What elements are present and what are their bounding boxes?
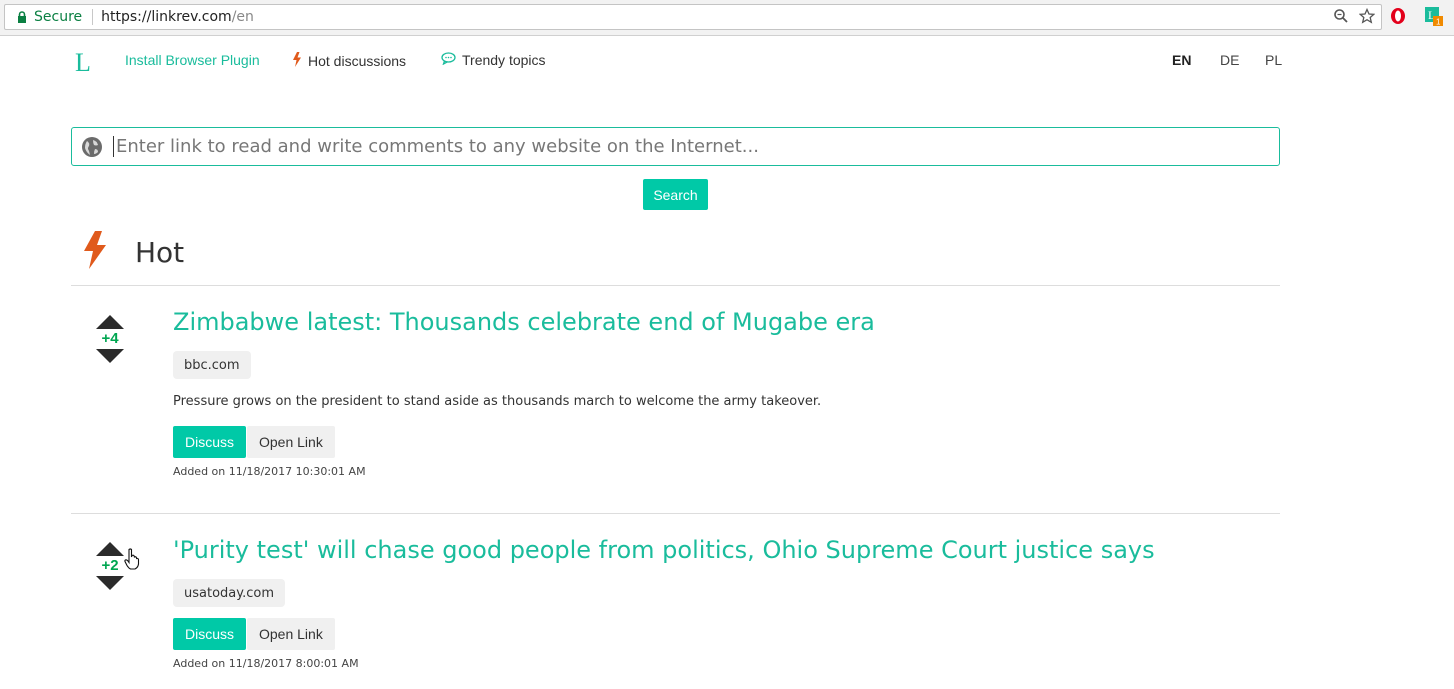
discussion-item: +4 Zimbabwe latest: Thousands celebrate … <box>71 286 1280 512</box>
downvote-arrow-icon[interactable] <box>96 349 124 363</box>
open-link-button[interactable]: Open Link <box>247 618 335 650</box>
upvote-arrow-icon[interactable] <box>96 542 124 556</box>
install-plugin-label: Install Browser Plugin <box>125 52 260 68</box>
trendy-topics-link[interactable]: Trendy topics <box>441 52 546 68</box>
discuss-button[interactable]: Discuss <box>173 618 247 650</box>
trendy-topics-label: Trendy topics <box>462 52 546 68</box>
vote-score: +4 <box>101 330 119 347</box>
vote-score: +2 <box>101 557 119 574</box>
discuss-button[interactable]: Discuss <box>173 426 247 458</box>
site-nav: L Install Browser Plugin Hot discussions… <box>0 36 1454 86</box>
lock-icon <box>13 8 31 26</box>
added-timestamp: Added on 11/18/2017 10:30:01 AM <box>173 465 366 478</box>
lightning-icon <box>292 52 302 70</box>
hot-discussions-label: Hot discussions <box>308 53 407 69</box>
browser-toolbar: Secure https://linkrev.com/en L1 <box>0 0 1454 36</box>
hand-cursor-icon <box>124 548 140 575</box>
url-host: https://linkrev.com <box>101 9 232 25</box>
hot-section-header: Hot <box>83 231 184 274</box>
chat-bubble-icon <box>441 52 456 68</box>
address-bar[interactable]: Secure https://linkrev.com/en <box>4 4 1382 30</box>
lang-en[interactable]: EN <box>1172 52 1191 68</box>
hot-discussions-link[interactable]: Hot discussions <box>292 52 406 70</box>
vote-widget: +2 <box>95 542 140 590</box>
lang-pl[interactable]: PL <box>1265 52 1282 68</box>
vote-widget: +4 <box>95 315 125 363</box>
linkrev-extension-icon[interactable]: L1 <box>1424 6 1444 31</box>
search-box <box>71 127 1280 166</box>
item-title-link[interactable]: Zimbabwe latest: Thousands celebrate end… <box>173 308 875 336</box>
opera-extension-icon[interactable] <box>1390 7 1406 30</box>
hot-lightning-icon <box>83 231 107 274</box>
added-timestamp: Added on 11/18/2017 8:00:01 AM <box>173 657 359 670</box>
install-plugin-link[interactable]: Install Browser Plugin <box>125 52 260 68</box>
zoom-icon[interactable] <box>1333 8 1349 29</box>
url-path: /en <box>231 9 254 25</box>
upvote-arrow-icon[interactable] <box>96 315 124 329</box>
link-search-input[interactable] <box>113 136 1263 157</box>
url-text[interactable]: https://linkrev.com/en <box>101 9 254 25</box>
bookmark-star-icon[interactable] <box>1358 7 1376 29</box>
site-logo[interactable]: L <box>75 48 91 78</box>
domain-badge: bbc.com <box>173 351 251 379</box>
search-button[interactable]: Search <box>643 179 708 210</box>
lang-de[interactable]: DE <box>1220 52 1239 68</box>
domain-badge: usatoday.com <box>173 579 285 607</box>
item-description: Pressure grows on the president to stand… <box>173 394 822 409</box>
open-link-button[interactable]: Open Link <box>247 426 335 458</box>
extension-badge: 1 <box>1436 18 1441 27</box>
address-separator <box>92 9 94 25</box>
section-title: Hot <box>135 236 185 269</box>
globe-icon <box>81 136 103 158</box>
downvote-arrow-icon[interactable] <box>96 576 124 590</box>
secure-label: Secure <box>34 9 83 25</box>
discussion-item: +2 'Purity test' will chase good people … <box>71 514 1280 689</box>
item-title-link[interactable]: 'Purity test' will chase good people fro… <box>173 536 1155 564</box>
